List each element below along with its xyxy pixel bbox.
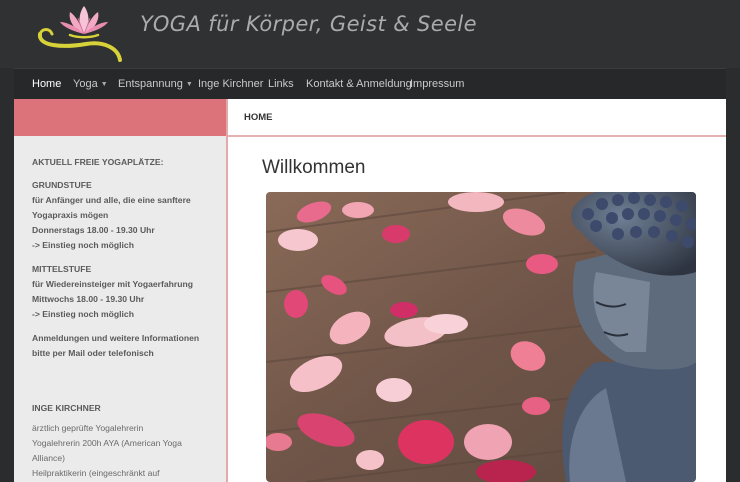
course-time: Mittwochs 18.00 - 19.30 Uhr	[32, 294, 145, 304]
page-title: Willkommen	[262, 157, 366, 178]
course-mittelstufe: MITTELSTUFE für Wiedereinsteiger mit Yog…	[32, 262, 222, 322]
course-title: GRUNDSTUFE	[32, 180, 92, 190]
course-description: für Anfänger und alle, die eine sanftere	[32, 195, 191, 205]
nav-label: Links	[268, 78, 294, 90]
main-content: HOME Willkommen	[228, 99, 726, 482]
registration-text: Anmeldungen und weitere Informationen	[32, 333, 200, 343]
course-status: -> Einstieg noch möglich	[32, 240, 134, 250]
nav-label: Kontakt & Anmeldung	[306, 78, 412, 90]
site-title[interactable]: YOGA für Körper, Geist & Seele	[140, 12, 477, 36]
about-title: INGE KIRCHNER	[32, 403, 101, 413]
sidebar-heading-block: AKTUELL FREIE YOGAPLÄTZE:	[32, 155, 222, 170]
sidebar-heading: AKTUELL FREIE YOGAPLÄTZE:	[32, 157, 164, 167]
nav-label: Impressum	[410, 78, 465, 90]
nav-item-impressum[interactable]: Impressum	[410, 78, 464, 90]
nav-label: Inge Kirchner	[198, 78, 264, 90]
about-text: Yogalehrerin 200h AYA (American Yoga	[32, 438, 182, 448]
sidebar: AKTUELL FREIE YOGAPLÄTZE: GRUNDSTUFE für…	[14, 99, 228, 482]
breadcrumb-home[interactable]: HOME	[244, 112, 273, 123]
nav-item-links[interactable]: Links	[268, 78, 294, 90]
site-header: YOGA für Körper, Geist & Seele	[0, 0, 740, 68]
main-navigation: Home Yoga ▼ Entspannung ▼ Inge Kirchner Li…	[14, 68, 726, 99]
nav-item-home[interactable]: Home	[32, 78, 61, 90]
registration-info: Anmeldungen und weitere Informationen bi…	[32, 331, 222, 361]
about-text: Heilpraktikerin (eingeschränkt auf	[32, 468, 160, 478]
chevron-down-icon: ▼	[100, 81, 108, 88]
about-inge-kirchner: INGE KIRCHNER ärztlich geprüfte Yogalehr…	[32, 401, 222, 481]
course-description: für Wiedereinsteiger mit Yogaerfahrung	[32, 279, 194, 289]
nav-item-kontakt-anmeldung[interactable]: Kontakt & Anmeldung	[306, 78, 412, 90]
nav-label: Entspannung	[118, 78, 183, 90]
lotus-logo-icon[interactable]	[34, 4, 126, 64]
sidebar-accent-band	[14, 99, 226, 136]
registration-text: bitte per Mail oder telefonisch	[32, 348, 154, 358]
about-text: ärztlich geprüfte Yogalehrerin	[32, 423, 144, 433]
nav-label: Yoga	[73, 78, 98, 90]
course-time: Donnerstags 18.00 - 19.30 Uhr	[32, 225, 155, 235]
course-status: -> Einstieg noch möglich	[32, 309, 134, 319]
nav-item-entspannung[interactable]: Entspannung ▼	[118, 78, 193, 90]
about-text: Alliance)	[32, 453, 65, 463]
chevron-down-icon: ▼	[185, 81, 193, 88]
nav-item-inge-kirchner[interactable]: Inge Kirchner	[198, 78, 263, 90]
breadcrumb: HOME	[228, 99, 726, 137]
hero-image-buddha-petals	[266, 192, 696, 482]
course-grundstufe: GRUNDSTUFE für Anfänger und alle, die ei…	[32, 178, 222, 253]
nav-item-yoga[interactable]: Yoga ▼	[73, 78, 108, 90]
course-title: MITTELSTUFE	[32, 264, 92, 274]
nav-label: Home	[32, 78, 62, 90]
course-description: Yogapraxis mögen	[32, 210, 109, 220]
